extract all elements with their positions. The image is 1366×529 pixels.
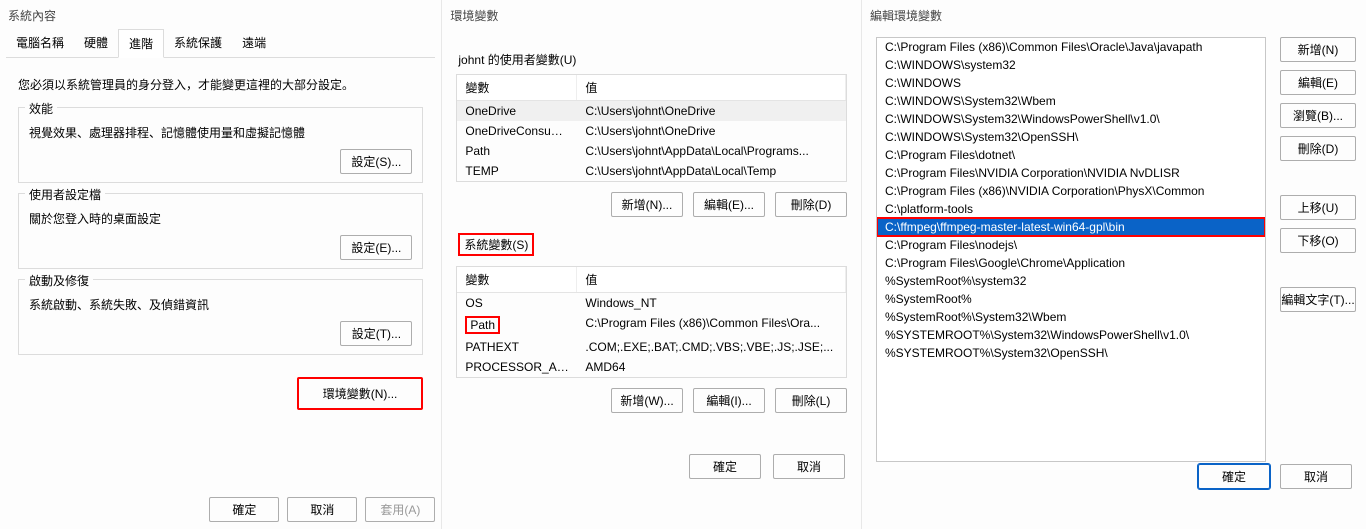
list-item[interactable]: %SystemRoot%	[877, 290, 1265, 308]
list-item[interactable]: %SystemRoot%\system32	[877, 272, 1265, 290]
list-item[interactable]: %SystemRoot%\System32\Wbem	[877, 308, 1265, 326]
table-row[interactable]: OneDriveC:\Users\johnt\OneDrive	[457, 101, 846, 121]
system-delete-button[interactable]: 刪除(L)	[775, 388, 847, 413]
tab-advanced[interactable]: 進階	[118, 29, 164, 58]
path-list[interactable]: C:\Program Files (x86)\Common Files\Orac…	[876, 37, 1266, 462]
user-vars-table: 變數 值 OneDriveC:\Users\johnt\OneDriveOneD…	[456, 74, 847, 182]
list-item[interactable]: C:\Program Files\dotnet\	[877, 146, 1265, 164]
ok-button[interactable]: 確定	[689, 454, 761, 479]
performance-desc: 視覺效果、處理器排程、記憶體使用量和虛擬記憶體	[29, 124, 412, 141]
list-item[interactable]: C:\Program Files (x86)\Common Files\Orac…	[877, 38, 1265, 56]
tab-system-protection[interactable]: 系統保護	[164, 29, 232, 57]
list-item[interactable]: C:\ffmpeg\ffmpeg-master-latest-win64-gpl…	[877, 218, 1265, 236]
env-vars-title: 環境變數	[442, 0, 861, 29]
list-item[interactable]: C:\WINDOWS\System32\WindowsPowerShell\v1…	[877, 110, 1265, 128]
list-item[interactable]: %SYSTEMROOT%\System32\OpenSSH\	[877, 344, 1265, 362]
user-profiles-group: 使用者設定檔 關於您登入時的桌面設定 設定(E)...	[18, 193, 423, 269]
edit-env-var-title: 編輯環境變數	[862, 0, 1366, 29]
system-vars-label: 系統變數(S)	[458, 233, 534, 256]
performance-settings-button[interactable]: 設定(S)...	[340, 149, 412, 174]
edit-text-button[interactable]: 編輯文字(T)...	[1280, 287, 1356, 312]
system-vars-table: 變數 值 OSWindows_NTPathC:\Program Files (x…	[456, 266, 847, 378]
list-item[interactable]: %SYSTEMROOT%\System32\WindowsPowerShell\…	[877, 326, 1265, 344]
tab-hardware[interactable]: 硬體	[74, 29, 118, 57]
system-properties-tabs: 電腦名稱 硬體 進階 系統保護 遠端	[6, 29, 435, 58]
col-variable[interactable]: 變數	[457, 267, 577, 292]
user-profiles-desc: 關於您登入時的桌面設定	[29, 210, 412, 227]
startup-recovery-title: 啟動及修復	[25, 272, 93, 289]
system-new-button[interactable]: 新增(W)...	[611, 388, 683, 413]
tab-remote[interactable]: 遠端	[232, 29, 276, 57]
user-vars-label: johnt 的使用者變數(U)	[458, 51, 845, 68]
list-item[interactable]: C:\platform-tools	[877, 200, 1265, 218]
browse-button[interactable]: 瀏覽(B)...	[1280, 103, 1356, 128]
environment-variables-button[interactable]: 環境變數(N)...	[297, 377, 424, 410]
list-item[interactable]: C:\WINDOWS	[877, 74, 1265, 92]
user-edit-button[interactable]: 編輯(E)...	[693, 192, 765, 217]
user-profiles-title: 使用者設定檔	[25, 186, 105, 203]
list-item[interactable]: C:\Program Files\Google\Chrome\Applicati…	[877, 254, 1265, 272]
move-down-button[interactable]: 下移(O)	[1280, 228, 1356, 253]
col-value[interactable]: 值	[577, 267, 846, 292]
list-item[interactable]: C:\Program Files (x86)\NVIDIA Corporatio…	[877, 182, 1265, 200]
tab-computer-name[interactable]: 電腦名稱	[6, 29, 74, 57]
table-row[interactable]: OneDriveConsum...C:\Users\johnt\OneDrive	[457, 121, 846, 141]
system-edit-button[interactable]: 編輯(I)...	[693, 388, 765, 413]
ok-button[interactable]: 確定	[1198, 464, 1270, 489]
user-profiles-settings-button[interactable]: 設定(E)...	[340, 235, 412, 260]
cancel-button[interactable]: 取消	[773, 454, 845, 479]
user-new-button[interactable]: 新增(N)...	[611, 192, 683, 217]
system-properties-title: 系統內容	[0, 0, 441, 29]
list-item[interactable]: C:\WINDOWS\System32\OpenSSH\	[877, 128, 1265, 146]
delete-button[interactable]: 刪除(D)	[1280, 136, 1356, 161]
startup-recovery-group: 啟動及修復 系統啟動、系統失敗、及偵錯資訊 設定(T)...	[18, 279, 423, 355]
list-item[interactable]: C:\WINDOWS\System32\Wbem	[877, 92, 1265, 110]
startup-recovery-desc: 系統啟動、系統失敗、及偵錯資訊	[29, 296, 412, 313]
table-row[interactable]: PathC:\Users\johnt\AppData\Local\Program…	[457, 141, 846, 161]
table-row[interactable]: PROCESSOR_AR...AMD64	[457, 357, 846, 377]
move-up-button[interactable]: 上移(U)	[1280, 195, 1356, 220]
admin-note: 您必須以系統管理員的身分登入，才能變更這裡的大部分設定。	[18, 76, 423, 93]
table-row[interactable]: OSWindows_NT	[457, 293, 846, 313]
ok-button[interactable]: 確定	[209, 497, 279, 522]
table-row[interactable]: PATHEXT.COM;.EXE;.BAT;.CMD;.VBS;.VBE;.JS…	[457, 337, 846, 357]
cancel-button[interactable]: 取消	[287, 497, 357, 522]
cancel-button[interactable]: 取消	[1280, 464, 1352, 489]
user-delete-button[interactable]: 刪除(D)	[775, 192, 847, 217]
list-item[interactable]: C:\Program Files\nodejs\	[877, 236, 1265, 254]
table-row[interactable]: TEMPC:\Users\johnt\AppData\Local\Temp	[457, 161, 846, 181]
list-item[interactable]: C:\WINDOWS\system32	[877, 56, 1265, 74]
apply-button[interactable]: 套用(A)	[365, 497, 435, 522]
edit-button[interactable]: 編輯(E)	[1280, 70, 1356, 95]
new-button[interactable]: 新增(N)	[1280, 37, 1356, 62]
col-value[interactable]: 值	[577, 75, 846, 100]
table-row[interactable]: PathC:\Program Files (x86)\Common Files\…	[457, 313, 846, 337]
performance-group: 效能 視覺效果、處理器排程、記憶體使用量和虛擬記憶體 設定(S)...	[18, 107, 423, 183]
startup-recovery-settings-button[interactable]: 設定(T)...	[340, 321, 412, 346]
col-variable[interactable]: 變數	[457, 75, 577, 100]
list-item[interactable]: C:\Program Files\NVIDIA Corporation\NVID…	[877, 164, 1265, 182]
performance-title: 效能	[25, 100, 57, 117]
